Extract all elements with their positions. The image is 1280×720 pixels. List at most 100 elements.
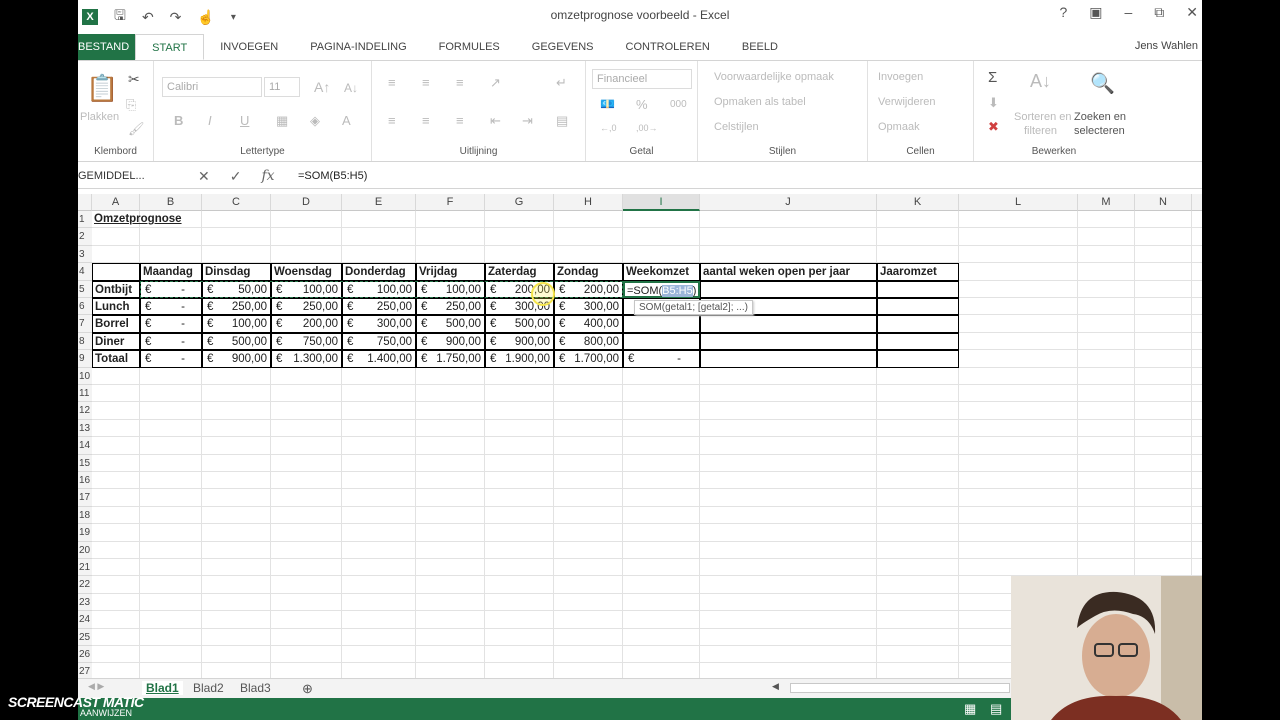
cell[interactable] xyxy=(485,576,554,594)
cell[interactable] xyxy=(202,385,271,403)
sort-filter-label-1[interactable]: Sorteren en xyxy=(1014,111,1071,123)
cell[interactable] xyxy=(92,663,140,678)
cell[interactable] xyxy=(202,437,271,455)
value-cell[interactable]: €250,00 xyxy=(271,298,342,316)
align-bottom-icon[interactable]: ≡ xyxy=(456,75,464,90)
empty-table-cell[interactable] xyxy=(877,315,959,333)
cell[interactable] xyxy=(877,367,959,385)
grow-font-icon[interactable]: A↑ xyxy=(314,79,330,95)
cell[interactable] xyxy=(92,245,140,264)
cell[interactable] xyxy=(416,663,485,678)
cell[interactable] xyxy=(554,402,623,420)
cell[interactable] xyxy=(485,489,554,507)
cell[interactable] xyxy=(877,628,959,646)
cell[interactable] xyxy=(1078,402,1135,420)
column-label-1[interactable]: Maandag xyxy=(140,263,202,281)
value-cell[interactable]: € - xyxy=(140,332,202,351)
cell[interactable] xyxy=(700,541,877,559)
cell[interactable] xyxy=(959,402,1078,420)
cell[interactable] xyxy=(1192,350,1202,368)
cell[interactable] xyxy=(959,437,1078,455)
value-cell[interactable]: €750,00 xyxy=(271,332,342,351)
cell[interactable] xyxy=(485,228,554,246)
italic-icon[interactable]: I xyxy=(208,113,212,128)
cell[interactable] xyxy=(271,576,342,594)
cell[interactable] xyxy=(554,367,623,385)
cell[interactable] xyxy=(271,402,342,420)
cell[interactable] xyxy=(1135,472,1192,490)
cell[interactable] xyxy=(140,611,202,629)
cell[interactable] xyxy=(342,385,416,403)
cell[interactable] xyxy=(623,385,700,403)
insert-cells-button[interactable]: Invoegen xyxy=(878,71,923,83)
value-cell[interactable]: € - xyxy=(140,298,202,316)
cell[interactable] xyxy=(1192,246,1202,264)
cell[interactable] xyxy=(485,419,554,438)
cell[interactable] xyxy=(485,506,554,525)
cell[interactable] xyxy=(271,419,342,438)
cell[interactable] xyxy=(92,506,140,525)
row-header-1[interactable]: 1 xyxy=(78,211,92,229)
cell[interactable] xyxy=(92,524,140,542)
cell[interactable] xyxy=(416,419,485,438)
column-label-4[interactable]: Donderdag xyxy=(342,263,416,281)
empty-table-cell[interactable] xyxy=(623,315,700,333)
format-as-table-button[interactable]: Opmaken als tabel xyxy=(714,96,806,108)
row-header-27[interactable]: 27 xyxy=(78,663,92,678)
cell[interactable] xyxy=(92,611,140,629)
cell[interactable] xyxy=(877,506,959,525)
increase-decimal-icon[interactable]: ←,0 xyxy=(600,123,617,133)
cell[interactable] xyxy=(485,367,554,385)
cell[interactable] xyxy=(271,628,342,646)
value-cell[interactable]: €900,00 xyxy=(485,332,554,351)
cell[interactable] xyxy=(1192,420,1202,438)
cell[interactable] xyxy=(416,506,485,525)
cell[interactable] xyxy=(623,524,700,542)
help-icon[interactable]: ? xyxy=(1059,4,1067,21)
cell[interactable] xyxy=(140,628,202,646)
cell[interactable] xyxy=(140,385,202,403)
cell[interactable] xyxy=(623,541,700,559)
cell[interactable] xyxy=(959,454,1078,472)
empty-table-cell[interactable] xyxy=(877,332,959,351)
cell[interactable] xyxy=(959,298,1078,316)
cell[interactable] xyxy=(342,663,416,678)
cell[interactable] xyxy=(700,472,877,490)
cell[interactable] xyxy=(554,541,623,559)
cell[interactable] xyxy=(1192,489,1202,507)
cell[interactable] xyxy=(1078,385,1135,403)
percent-icon[interactable]: % xyxy=(636,97,648,112)
tab-invoegen[interactable]: INVOEGEN xyxy=(204,34,294,60)
cell[interactable] xyxy=(271,367,342,385)
cell[interactable] xyxy=(1192,402,1202,420)
cell[interactable] xyxy=(959,559,1078,577)
cell[interactable] xyxy=(1192,559,1202,577)
cell[interactable] xyxy=(1078,298,1135,316)
cell[interactable] xyxy=(416,628,485,646)
find-select-label-1[interactable]: Zoeken en xyxy=(1074,111,1126,123)
cell[interactable] xyxy=(202,646,271,664)
cell[interactable] xyxy=(877,454,959,472)
paste-label[interactable]: Plakken xyxy=(80,111,119,123)
cell[interactable] xyxy=(92,419,140,438)
row-header-16[interactable]: 16 xyxy=(78,472,92,490)
cell[interactable] xyxy=(877,437,959,455)
cell[interactable] xyxy=(959,280,1078,298)
cell[interactable] xyxy=(877,245,959,264)
cell[interactable] xyxy=(1078,489,1135,507)
cell[interactable] xyxy=(140,489,202,507)
cell[interactable] xyxy=(1192,211,1202,229)
value-cell[interactable]: €250,00 xyxy=(416,298,485,316)
cell[interactable] xyxy=(140,541,202,559)
empty-table-cell[interactable] xyxy=(877,298,959,316)
column-label-6[interactable]: Zaterdag xyxy=(485,263,554,281)
row-header-5[interactable]: 5 xyxy=(78,280,92,298)
weekomzet-total[interactable]: € - xyxy=(623,350,700,368)
column-header-a[interactable]: A xyxy=(92,194,140,211)
font-name-combo[interactable]: Calibri xyxy=(162,77,262,97)
row-label-lunch[interactable]: Lunch xyxy=(92,298,140,316)
cell[interactable] xyxy=(485,437,554,455)
column-label-3[interactable]: Woensdag xyxy=(271,263,342,281)
column-label-8[interactable]: Weekomzet xyxy=(623,263,700,281)
cancel-icon[interactable]: ✕ xyxy=(198,168,210,185)
